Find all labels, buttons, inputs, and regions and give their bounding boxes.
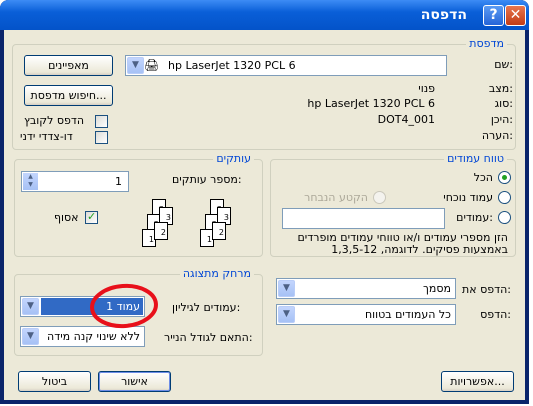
red-circle-annotation — [90, 283, 158, 329]
